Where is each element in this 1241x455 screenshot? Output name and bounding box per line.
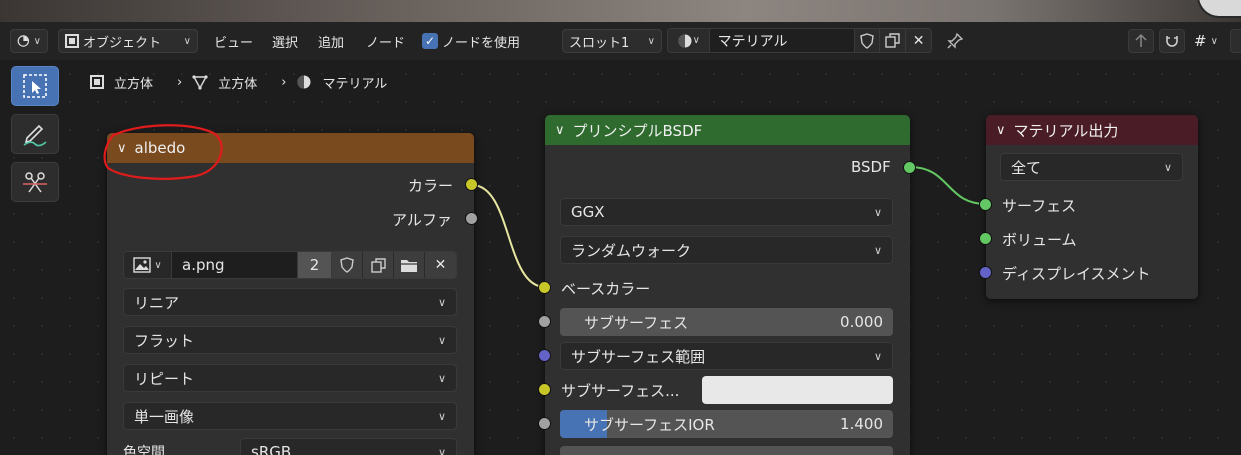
output-target-select[interactable]: 全て ∨ [1000,153,1183,181]
chevron-down-icon: ∨ [1163,160,1172,174]
folder-icon [401,259,417,272]
subsurface-method-select[interactable]: ランダムウォーク ∨ [560,236,893,264]
bsdf-link[interactable] [909,166,987,205]
material-output-node-header[interactable]: ∨ マテリアル出力 [986,115,1198,145]
colorspace-label: 色空間 [123,445,165,455]
subsurface-anisotropy-slider[interactable] [560,446,893,455]
chevron-down-icon: ∨ [437,445,446,455]
chevron-down-icon: ∨ [154,259,162,271]
output-color-socket[interactable] [465,178,478,191]
subsurface-color-swatch[interactable] [702,376,893,404]
surface-label: サーフェス [1002,197,1077,215]
collapse-chevron-icon[interactable]: ∨ [996,123,1006,138]
subsurface-ior-slider[interactable]: サブサーフェスIOR 1.400 [560,410,893,438]
subsurface-method-value: ランダムウォーク [571,241,692,260]
chevron-down-icon: ∨ [437,295,446,309]
subsurface-ior-value: 1.400 [840,415,883,433]
chevron-down-icon: ∨ [437,409,446,423]
input-subsurface-socket[interactable] [538,315,551,328]
image-name-input[interactable]: a.png [172,252,298,278]
chevron-down-icon: ∨ [437,333,446,347]
red-circle-annotation [103,124,223,180]
node-title: プリンシプルBSDF [572,121,703,140]
subsurface-value: 0.000 [840,313,883,331]
output-bsdf-label: BSDF [851,158,891,176]
input-displacement-socket[interactable] [979,266,992,279]
input-subsurface-color-socket[interactable] [538,383,551,396]
chevron-down-icon: ∨ [437,371,446,385]
input-volume-socket[interactable] [979,232,992,245]
projection-value: フラット [134,331,195,350]
interpolation-select[interactable]: リニア ∨ [123,288,457,316]
chevron-down-icon: ∨ [873,205,882,219]
extension-value: リピート [134,369,195,388]
chevron-down-icon: ∨ [873,243,882,257]
input-base-color-socket[interactable] [538,281,551,294]
projection-select[interactable]: フラット ∨ [123,326,457,354]
base-color-label: ベースカラー [561,280,651,298]
shield-icon [340,257,354,273]
displacement-label: ディスプレイスメント [1002,265,1151,283]
output-alpha-label: アルファ [392,211,452,229]
image-browse-button[interactable]: ∨ [124,252,172,278]
color-link[interactable] [471,184,546,288]
input-subsurface-radius-socket[interactable] [538,349,551,362]
subsurface-color-label: サブサーフェス... [561,382,680,400]
image-users-count[interactable]: 2 [298,252,332,278]
output-color-label: カラー [408,177,454,195]
subsurface-ior-label: サブサーフェスIOR [584,415,715,434]
colorspace-select[interactable]: sRGB ∨ [240,438,457,455]
input-surface-socket[interactable] [979,198,992,211]
image-fake-user-button[interactable] [332,252,363,278]
output-bsdf-socket[interactable] [903,161,916,174]
chevron-down-icon: ∨ [873,349,882,363]
distribution-value: GGX [571,203,605,221]
principled-bsdf-node-header[interactable]: ∨ プリンシプルBSDF [545,115,910,145]
source-value: 単一画像 [134,407,195,426]
distribution-select[interactable]: GGX ∨ [560,198,893,226]
image-name-text: a.png [182,256,225,274]
subsurface-slider[interactable]: サブサーフェス 0.000 [560,308,893,336]
subsurface-radius-select[interactable]: サブサーフェス範囲 ∨ [560,342,893,370]
input-subsurface-ior-socket[interactable] [538,417,551,430]
duplicate-icon [370,257,386,273]
close-icon: ✕ [434,257,447,273]
colorspace-value: sRGB [251,443,292,455]
image-datablock-field: ∨ a.png 2 ✕ [123,251,457,279]
node-title: マテリアル出力 [1013,121,1119,140]
volume-label: ボリューム [1002,231,1077,249]
collapse-chevron-icon[interactable]: ∨ [555,123,565,138]
image-open-button[interactable] [394,252,425,278]
subsurface-label: サブサーフェス [584,313,689,332]
image-unlink-button[interactable]: ✕ [425,252,456,278]
source-select[interactable]: 単一画像 ∨ [123,402,457,430]
image-icon [133,257,152,273]
users-count-text: 2 [309,256,320,274]
output-alpha-socket[interactable] [465,212,478,225]
output-target-value: 全て [1011,158,1042,177]
image-duplicate-button[interactable] [363,252,394,278]
interpolation-value: リニア [134,293,180,312]
extension-select[interactable]: リピート ∨ [123,364,457,392]
subsurface-radius-label: サブサーフェス範囲 [571,347,706,366]
